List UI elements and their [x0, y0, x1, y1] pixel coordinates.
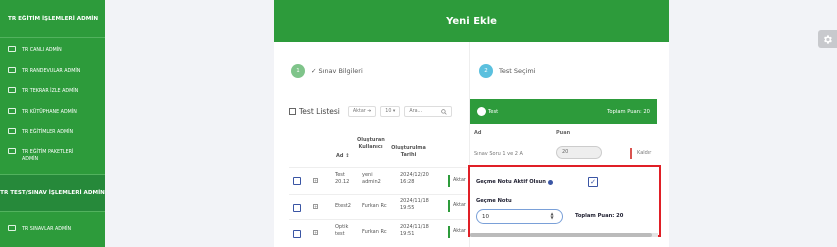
settings-button[interactable]	[818, 30, 837, 48]
puan-field[interactable]: 20	[556, 146, 602, 159]
aktar-button[interactable]: Aktar	[448, 200, 470, 212]
column-header-ad: Ad	[474, 130, 482, 136]
row-checkbox[interactable]	[293, 230, 301, 238]
expand-icon[interactable]: +	[313, 230, 318, 235]
row-checkbox[interactable]	[293, 177, 301, 185]
video-icon	[8, 87, 16, 93]
selected-title: Test	[477, 107, 498, 116]
column-header-ad[interactable]: Ad ↕	[336, 153, 349, 160]
step-label: ✓ Sınav Bilgileri	[311, 67, 363, 75]
book-icon	[8, 128, 16, 134]
stepper-icon[interactable]: ▲ ▼	[549, 212, 555, 221]
page-size-select[interactable]: 10 ▾	[380, 106, 401, 117]
sidebar: TR EĞİTİM İŞLEMLERİ ADMİN TR CANLI ADMİN…	[0, 0, 105, 247]
cell-date: 2024/12/20 16:28	[400, 172, 429, 185]
gear-icon	[824, 34, 832, 44]
sidebar-item-label: TR CANLI ADMİN	[22, 48, 62, 53]
column-header-olusturan[interactable]: Oluşturan Kullanıcı	[357, 137, 385, 151]
expand-icon[interactable]: +	[313, 204, 318, 209]
edit-icon	[289, 108, 296, 115]
cell-date: 2024/11/18 19:51	[400, 224, 429, 237]
search-icon	[441, 108, 447, 115]
sidebar-item-kutuphane[interactable]: TR KÜTÜPHANE ADMİN	[0, 108, 105, 116]
search-input[interactable]: Ara...	[404, 106, 453, 117]
row-checkbox[interactable]	[293, 204, 301, 212]
library-icon	[8, 108, 16, 114]
aktar-button[interactable]: Aktar	[448, 226, 470, 238]
calendar-icon	[8, 67, 16, 73]
expand-icon[interactable]: +	[313, 178, 318, 183]
scrollbar-thumb[interactable]	[470, 233, 652, 237]
sidebar-item-canli[interactable]: TR CANLI ADMİN	[0, 46, 105, 54]
sidebar-item-egitim-paketleri[interactable]: TR EĞİTİM PAKETLERİ ADMİN	[0, 148, 95, 163]
cell-user: Furkan Rc	[362, 229, 387, 235]
info-icon	[477, 107, 486, 116]
kaldir-button[interactable]: Kaldır	[630, 148, 651, 159]
pass-active-label: Geçme Notu Aktif Olsun	[476, 179, 553, 185]
step-label: Test Seçimi	[499, 67, 536, 75]
total-points-label: Toplam Puan: 20	[575, 213, 624, 219]
column-header-tarih[interactable]: Oluşturulma Tarihi	[386, 145, 431, 159]
sidebar-item-label: TR KÜTÜPHANE ADMİN	[22, 110, 77, 115]
list-title-text: Test Listesi	[299, 107, 340, 116]
sidebar-item-randevular[interactable]: TR RANDEVULAR ADMİN	[0, 67, 105, 75]
sidebar-item-sinavlar[interactable]: TR SINAVLAR ADMİN	[0, 225, 105, 233]
aktar-all-button[interactable]: Aktar ➔	[347, 106, 377, 117]
pass-grade-label: Geçme Notu	[476, 198, 512, 204]
modal-title: Yeni Ekle	[274, 0, 669, 42]
step-number: 1	[291, 64, 305, 78]
sidebar-item-label: TR TEKRAR İZLE ADMİN	[22, 89, 79, 94]
selected-total: Toplam Puan: 20	[607, 108, 650, 115]
cell-date: 2024/11/18 19:55	[400, 198, 429, 211]
selected-tests-header: Test Toplam Puan: 20	[470, 99, 657, 124]
cell-ad: Test 20.12	[335, 172, 350, 185]
sidebar-item-label: TR EĞİTİMLER ADMİN	[22, 130, 74, 135]
aktar-button[interactable]: Aktar	[448, 175, 470, 187]
search-placeholder: Ara...	[409, 109, 423, 114]
sidebar-item-egitimler[interactable]: TR EĞİTİMLER ADMİN	[0, 128, 105, 136]
folder-icon	[8, 148, 16, 154]
list-toolbar: Test Listesi Aktar ➔ 10 ▾ Ara...	[289, 106, 453, 117]
sidebar-item-label: TR EĞİTİM PAKETLERİ ADMİN	[22, 150, 74, 162]
sidebar-item-tekrar-izle[interactable]: TR TEKRAR İZLE ADMİN	[0, 87, 105, 95]
edit-icon	[8, 225, 16, 231]
step-sinav-bilgileri[interactable]: 1 ✓ Sınav Bilgileri	[291, 64, 363, 78]
cell-user: yeni admin2	[362, 172, 381, 185]
sidebar-item-label: TR RANDEVULAR ADMİN	[22, 69, 81, 74]
cell-ad: Etest2	[335, 203, 351, 209]
column-header-puan: Puan	[556, 130, 571, 136]
info-icon	[547, 179, 553, 185]
pass-active-checkbox[interactable]: ✓	[588, 177, 598, 187]
sidebar-section-test-sinav[interactable]: TR TEST/SINAV İŞLEMLERİ ADMİN	[0, 174, 105, 212]
monitor-icon	[8, 46, 16, 52]
sidebar-header: TR EĞİTİM İŞLEMLERİ ADMİN	[0, 0, 105, 38]
step-number: 2	[479, 64, 493, 78]
step-test-secimi[interactable]: 2 Test Seçimi	[479, 64, 536, 78]
horizontal-scrollbar[interactable]	[470, 233, 658, 237]
list-title: Test Listesi	[289, 107, 340, 116]
selected-test-name: Sınav Soru 1 ve 2 A	[474, 151, 523, 157]
cell-user: Furkan Rc	[362, 203, 387, 209]
sidebar-item-label: TR SINAVLAR ADMİN	[22, 227, 72, 232]
cell-ad: Optik test	[335, 224, 349, 237]
